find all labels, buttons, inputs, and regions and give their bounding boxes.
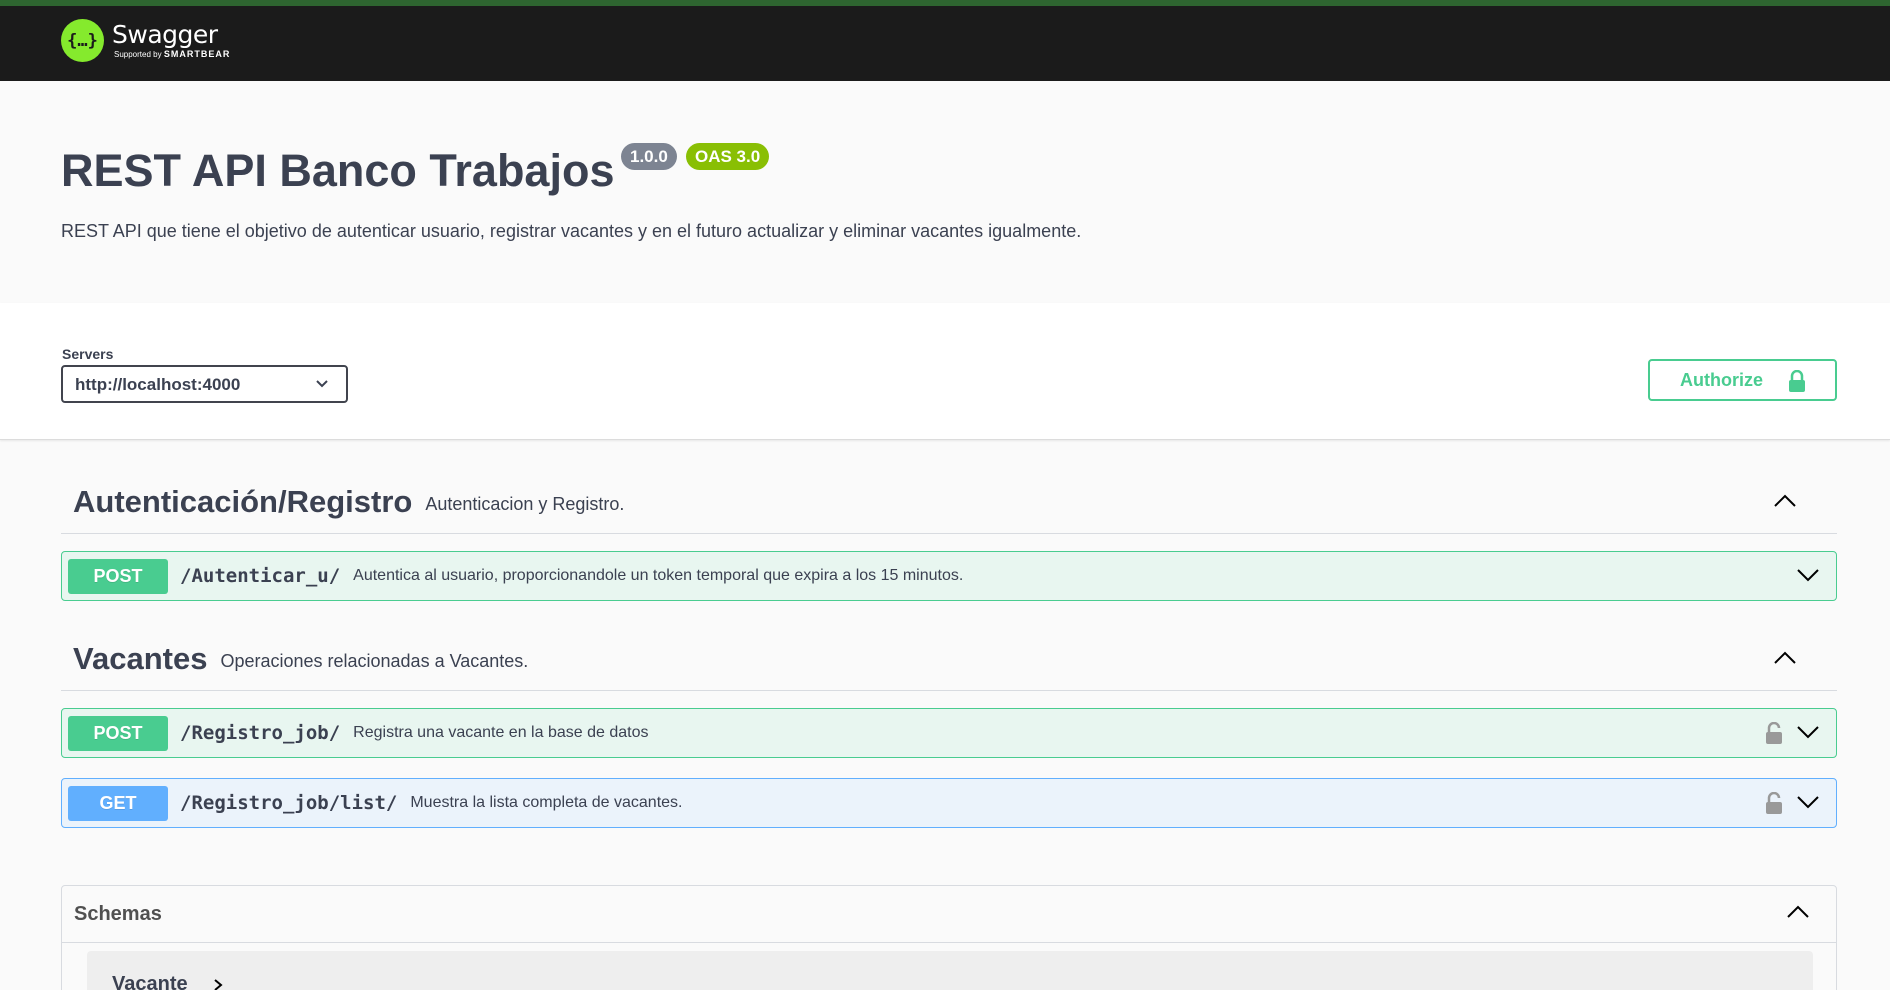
tag-description: Operaciones relacionadas a Vacantes. (220, 650, 529, 671)
chevron-down-icon[interactable] (1796, 724, 1820, 740)
schemas-title: Schemas (74, 902, 162, 925)
operation-path: /Registro_job/list/ (180, 792, 398, 814)
opblock-post-autenticar[interactable]: POST /Autenticar_u/ Autentica al usuario… (61, 551, 1837, 601)
api-title: REST API Banco Trabajos (61, 145, 615, 196)
api-info: REST API Banco Trabajos 1.0.0 OAS 3.0 RE… (0, 81, 1890, 303)
schemas-header[interactable]: Schemas (62, 886, 1836, 943)
chevron-up-icon[interactable] (1773, 650, 1797, 666)
unlocked-icon[interactable] (1765, 722, 1783, 744)
swagger-logo-icon: {…} (61, 19, 104, 62)
tag-header-autenticacion[interactable]: Autenticación/Registro Autenticacion y R… (61, 471, 1837, 534)
chevron-up-icon[interactable] (1786, 904, 1810, 920)
tag-description: Autenticacion y Registro. (425, 493, 625, 514)
logo-subtitle: Supported by SMARTBEAR (114, 49, 231, 59)
top-bar: {…} Swagger Supported by SMARTBEAR (0, 0, 1890, 81)
swagger-logo[interactable]: {…} Swagger Supported by SMARTBEAR (61, 19, 230, 62)
chevron-down-icon[interactable] (1796, 794, 1820, 810)
opblock-post-registro-job[interactable]: POST /Registro_job/ Registra una vacante… (61, 708, 1837, 758)
api-description: REST API que tiene el objetivo de autent… (61, 221, 1082, 241)
operation-summary: Registra una vacante en la base de datos (353, 724, 649, 741)
method-badge: POST (68, 558, 168, 594)
unlocked-icon[interactable] (1765, 792, 1783, 814)
logo-name: Swagger (112, 20, 218, 49)
chevron-down-icon[interactable] (1796, 567, 1820, 583)
oas-badge: OAS 3.0 (686, 143, 770, 170)
lock-icon (1789, 370, 1805, 392)
chevron-down-icon (316, 380, 328, 388)
schema-name: Vacante (112, 973, 188, 990)
authorize-label: Authorize (1680, 369, 1763, 390)
schemas-section: Schemas Vacante (61, 885, 1837, 990)
servers-select[interactable]: http://localhost:4000 (61, 365, 348, 403)
scheme-container: Servers http://localhost:4000 Authorize (0, 303, 1890, 440)
tag-header-vacantes[interactable]: Vacantes Operaciones relacionadas a Vaca… (61, 628, 1837, 691)
opblock-get-registro-job-list[interactable]: GET /Registro_job/list/ Muestra la lista… (61, 778, 1837, 828)
tag-name: Vacantes (73, 641, 208, 676)
operation-summary: Muestra la lista completa de vacantes. (410, 794, 683, 811)
authorize-button[interactable]: Authorize (1648, 359, 1837, 401)
servers-label: Servers (62, 346, 114, 362)
tag-name: Autenticación/Registro (73, 484, 413, 519)
servers-selected-value: http://localhost:4000 (75, 375, 241, 394)
schema-item[interactable]: Vacante (87, 951, 1813, 990)
method-badge: POST (68, 715, 168, 751)
operation-path: /Registro_job/ (180, 722, 341, 744)
method-badge: GET (68, 785, 168, 821)
version-badge: 1.0.0 (621, 143, 677, 170)
operation-path: /Autenticar_u/ (180, 565, 341, 587)
chevron-up-icon[interactable] (1773, 493, 1797, 509)
operation-summary: Autentica al usuario, proporcionandole u… (353, 567, 964, 584)
chevron-right-icon[interactable] (212, 978, 224, 990)
